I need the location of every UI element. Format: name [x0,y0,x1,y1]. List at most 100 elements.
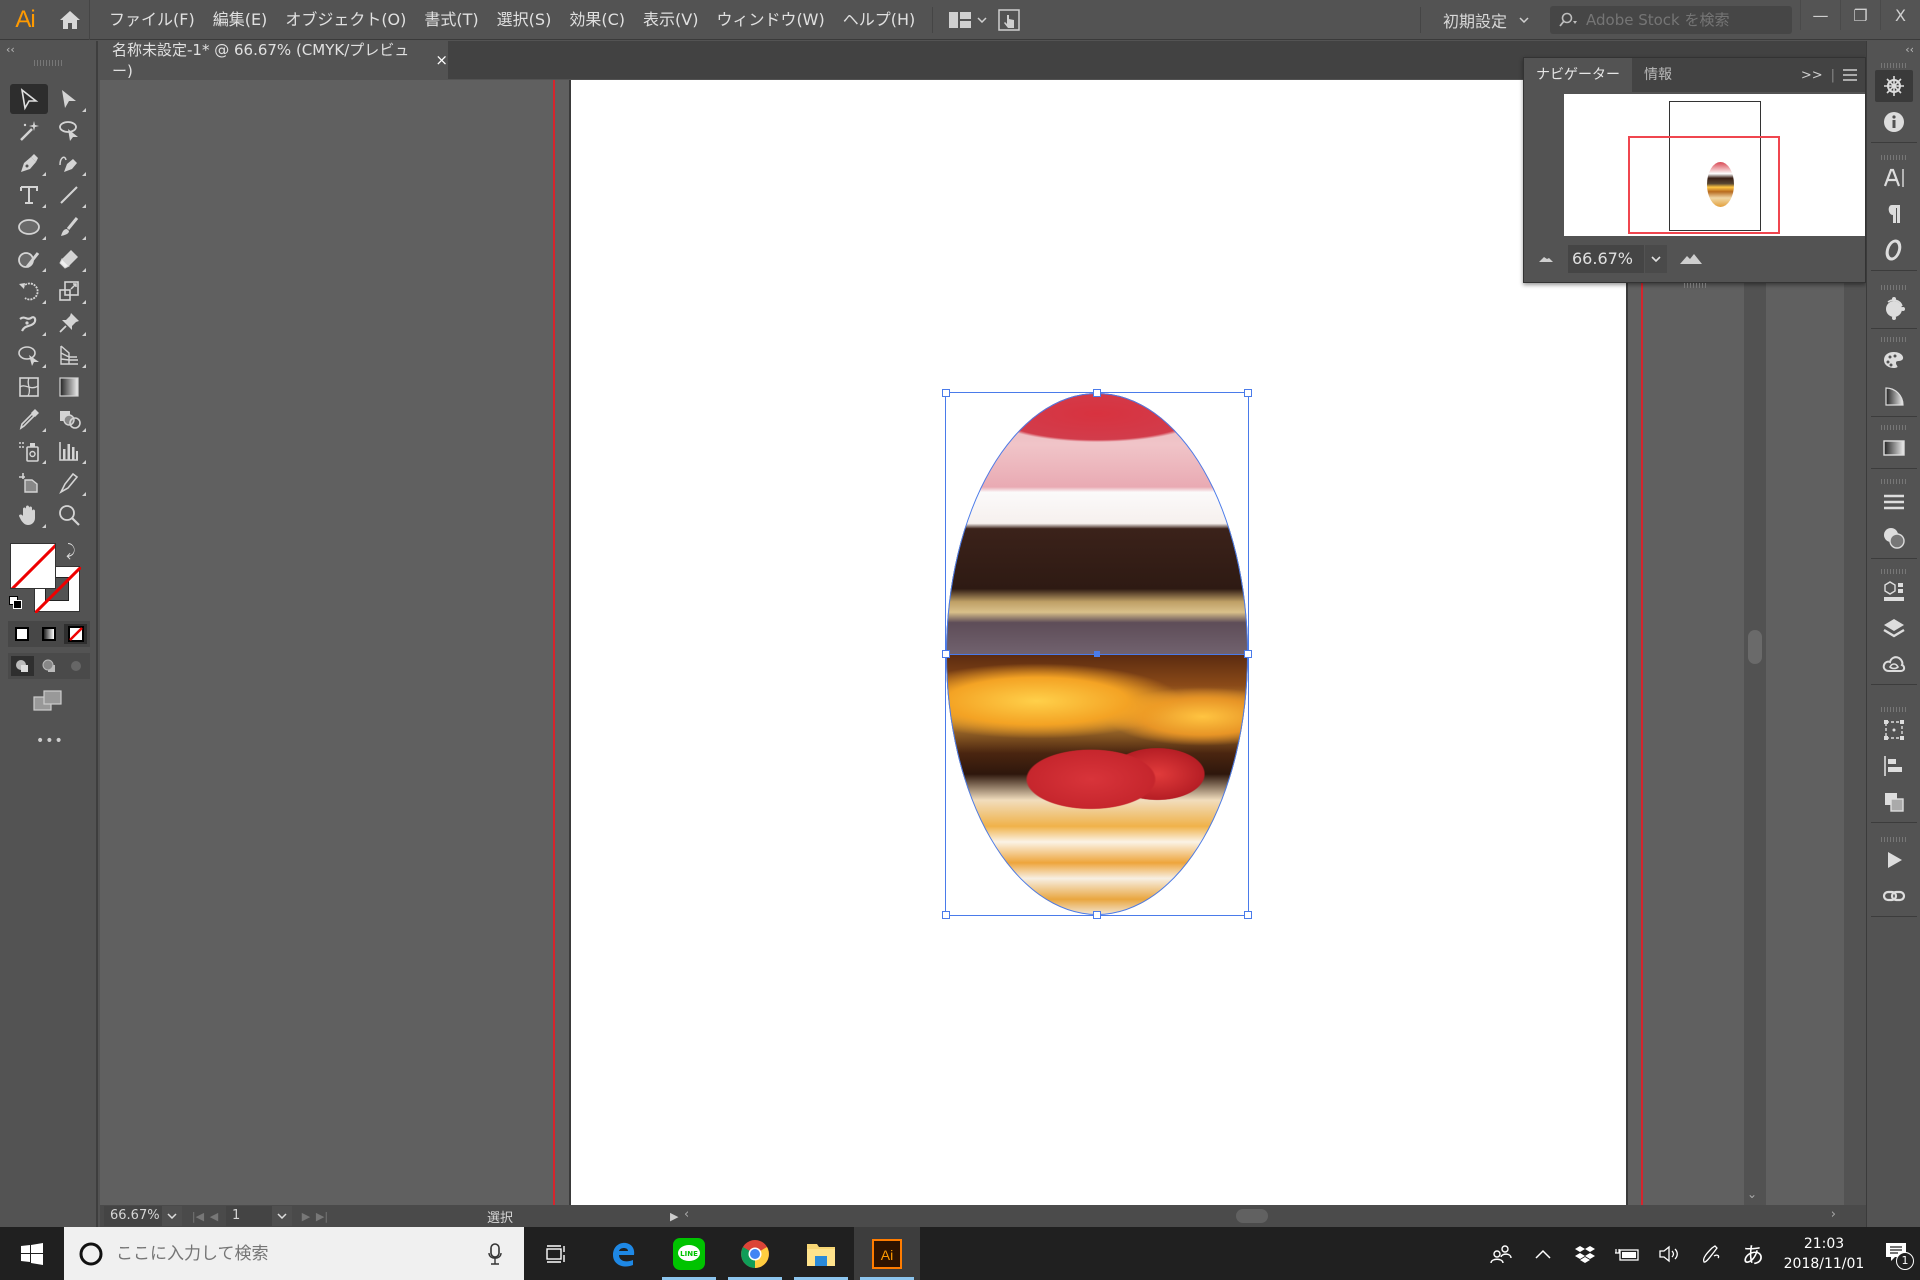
handle-middle-left[interactable] [942,650,950,658]
document-tab[interactable]: 名称未設定-1* @ 66.67% (CMYK/プレビュー) × [100,41,448,80]
align-panel-button[interactable] [1875,750,1913,782]
status-zoom-dropdown[interactable] [162,1206,182,1226]
pin-tool[interactable] [50,308,88,338]
mesh-tool[interactable] [10,372,48,402]
eyedropper-tool[interactable] [10,404,48,434]
tab-info[interactable]: 情報 [1632,58,1684,92]
handle-top-right[interactable] [1244,389,1252,397]
menu-window[interactable]: ウィンドウ(W) [707,0,833,40]
navigator-view-box[interactable] [1628,136,1780,234]
color-button[interactable] [11,624,34,644]
first-artboard-button[interactable]: |◀ [190,1210,206,1223]
layers-panel-button[interactable] [1875,612,1913,644]
clip-group-ellipse[interactable] [942,389,1252,919]
close-document-button[interactable]: × [435,51,448,69]
handle-center-point[interactable] [1094,651,1100,657]
swap-fill-stroke-icon[interactable]: ⤸ [66,541,76,561]
battery-button[interactable] [1606,1227,1648,1280]
curvature-tool[interactable] [50,148,88,178]
close-window-button[interactable]: X [1880,0,1920,30]
zoom-out-mountain-icon[interactable] [1538,255,1554,263]
panel-menu-icon[interactable] [1843,69,1857,81]
taskbar-search-box[interactable] [64,1227,524,1280]
eraser-tool[interactable] [50,244,88,274]
system-clock[interactable]: 21:03 2018/11/01 [1774,1234,1874,1274]
workspace-switcher[interactable]: 初期設定 [1420,0,1555,40]
opentype-panel-button[interactable] [1875,234,1913,266]
group-grip[interactable] [1881,837,1907,842]
hand-tool[interactable] [10,500,48,530]
paintbrush-tool[interactable] [50,212,88,242]
arrange-documents-button[interactable] [941,0,995,40]
toolbar-grip[interactable] [34,60,62,66]
last-artboard-button[interactable]: ▶| [314,1210,330,1223]
edit-toolbar-button[interactable]: ••• [36,733,64,749]
navigator-panel-button[interactable] [1875,70,1913,102]
group-grip[interactable] [1881,155,1907,160]
artboard-dropdown[interactable] [272,1206,292,1226]
zoom-dropdown-button[interactable] [1645,245,1667,273]
next-artboard-button[interactable]: ▶ [298,1210,314,1223]
dropbox-tray-button[interactable] [1564,1227,1606,1280]
magic-wand-tool[interactable] [10,116,48,146]
gradient-panel-button[interactable] [1875,432,1913,464]
vertical-scroll-thumb[interactable] [1748,630,1762,664]
default-fill-stroke-icon[interactable] [9,596,23,610]
handle-top-center[interactable] [1093,389,1101,397]
fill-swatch[interactable] [10,543,56,589]
column-graph-tool[interactable] [50,436,88,466]
menu-select[interactable]: 選択(S) [488,0,561,40]
actions-panel-button[interactable] [1875,844,1913,876]
previous-artboard-button[interactable]: ◀ [206,1210,222,1223]
task-view-button[interactable] [524,1227,590,1280]
microphone-icon[interactable] [488,1242,502,1265]
group-grip[interactable] [1881,63,1907,68]
status-zoom-field[interactable]: 66.67% [104,1206,162,1226]
rotate-tool[interactable] [10,276,48,306]
home-button[interactable] [50,0,90,40]
draw-behind-button[interactable] [38,656,61,676]
gpu-performance-button[interactable] [995,0,1023,40]
transform-panel-button[interactable] [1875,714,1913,746]
menu-edit[interactable]: 編集(E) [204,0,277,40]
expand-dock-button[interactable]: ‹‹ [1905,43,1914,56]
collapse-toolbar-button[interactable]: ‹‹ [6,43,15,56]
handle-top-left[interactable] [942,389,950,397]
scroll-down-icon[interactable]: ⌄ [1747,1187,1757,1201]
horizontal-scrollbar[interactable]: ‹ › [680,1205,1840,1227]
menu-file[interactable]: ファイル(F) [100,0,204,40]
restore-button[interactable]: ❐ [1840,0,1880,30]
show-hidden-icons-button[interactable] [1522,1227,1564,1280]
people-button[interactable] [1480,1227,1522,1280]
taskbar-edge[interactable] [590,1227,656,1280]
shape-builder-tool[interactable] [50,404,88,434]
slice-tool[interactable] [50,468,88,498]
collapse-panel-icon[interactable]: >> [1801,68,1823,83]
color-guide-panel-button[interactable] [1875,292,1913,324]
volume-button[interactable] [1648,1227,1690,1280]
handle-bottom-left[interactable] [942,911,950,919]
scroll-left-icon[interactable]: ‹ [684,1207,689,1222]
none-button[interactable] [64,624,88,644]
panel-resize-grip[interactable] [1684,283,1708,288]
free-transform-tool[interactable] [10,340,48,370]
taskbar-file-explorer[interactable] [788,1227,854,1280]
handle-middle-right[interactable] [1244,650,1252,658]
menu-object[interactable]: オブジェクト(O) [276,0,415,40]
color-panel-button[interactable] [1875,380,1913,412]
stroke-panel-button[interactable] [1875,486,1913,518]
menu-type[interactable]: 書式(T) [415,0,487,40]
horizontal-scroll-thumb[interactable] [1236,1209,1268,1223]
pathfinder-panel-button[interactable] [1875,786,1913,818]
line-segment-tool[interactable] [50,180,88,210]
shaper-tool[interactable] [10,244,48,274]
taskbar-line[interactable]: LINE [656,1227,722,1280]
symbol-sprayer-tool[interactable] [10,436,48,466]
paragraph-panel-button[interactable] [1875,198,1913,230]
handle-bottom-center[interactable] [1093,911,1101,919]
navigator-zoom-input[interactable] [1568,245,1644,273]
perspective-grid-tool[interactable] [50,340,88,370]
type-tool[interactable] [10,180,48,210]
selection-tool[interactable] [10,84,48,114]
menu-effect[interactable]: 効果(C) [560,0,634,40]
